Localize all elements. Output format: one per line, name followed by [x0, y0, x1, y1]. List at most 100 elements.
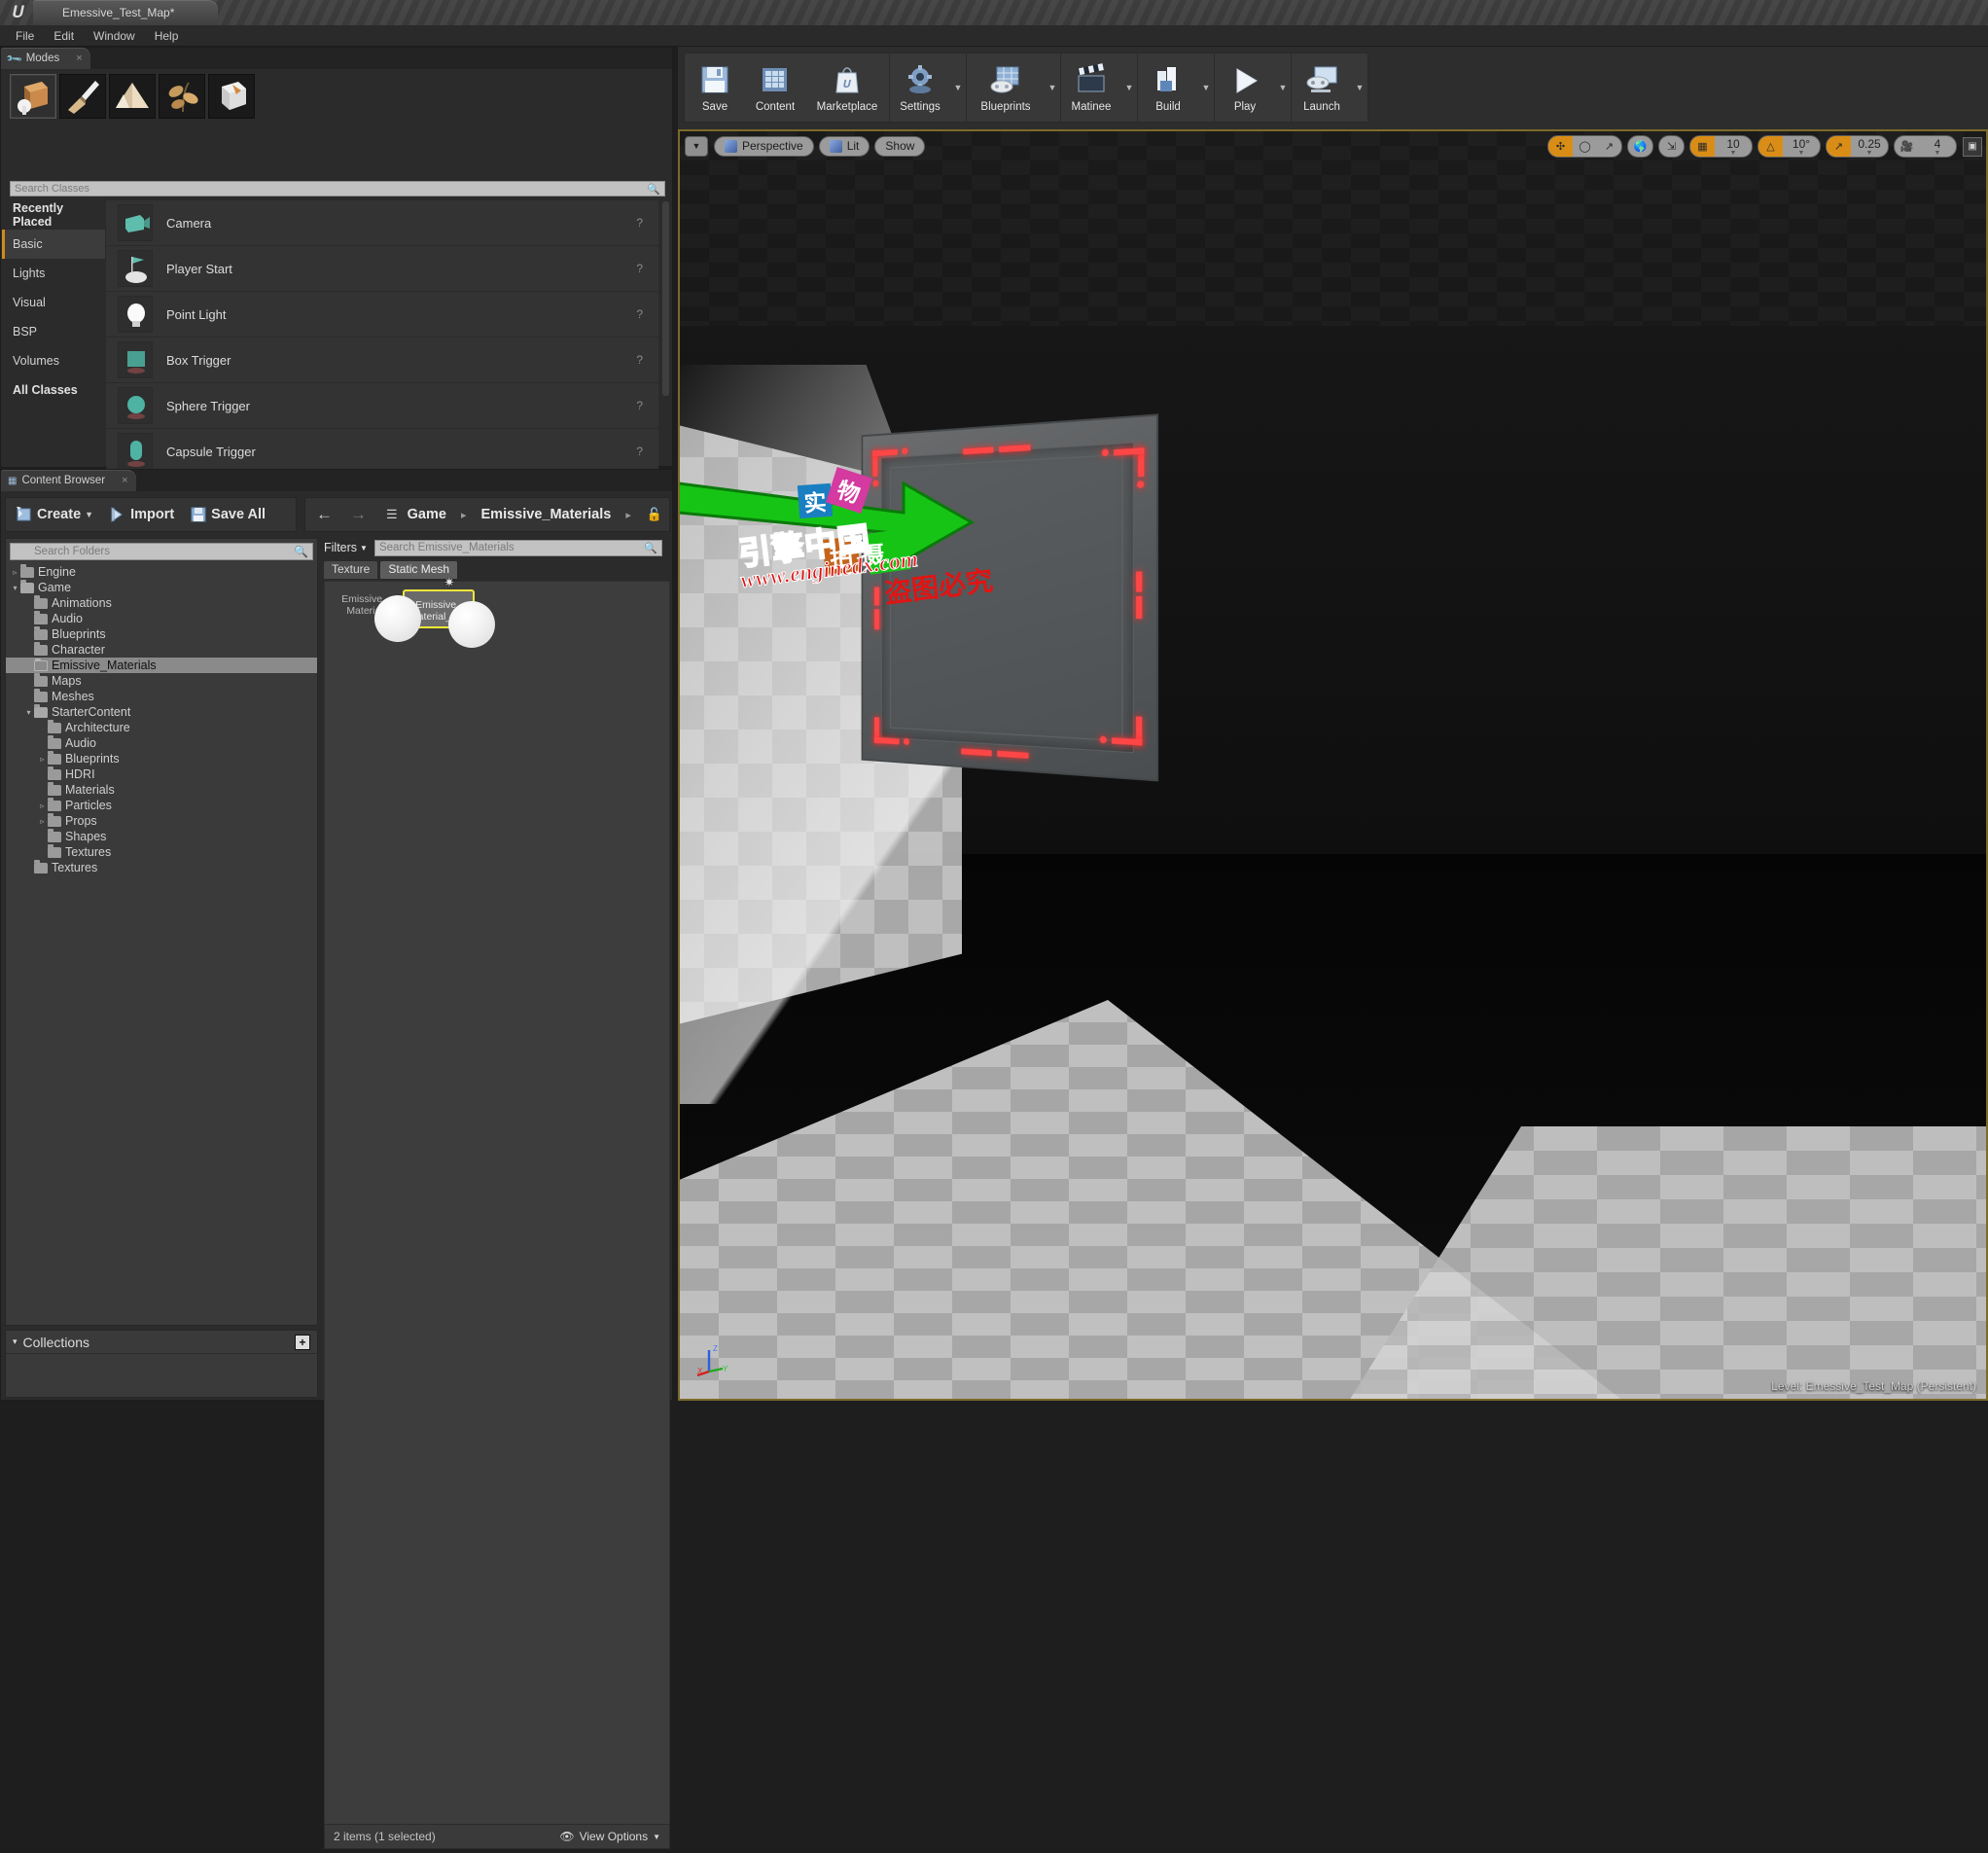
blueprints-button[interactable]: Blueprints	[967, 53, 1045, 122]
rotate-mode-button[interactable]: ◯	[1573, 136, 1597, 157]
menu-window[interactable]: Window	[84, 27, 145, 45]
create-button[interactable]: Create ▼	[13, 506, 96, 523]
folder-tree-item[interactable]: ▹ Blueprints	[6, 750, 317, 766]
content-button[interactable]: Content	[745, 53, 805, 122]
add-collection-button[interactable]: +	[295, 1334, 310, 1350]
camera-speed-value-dropdown[interactable]: 4 ▼	[1919, 136, 1956, 157]
menu-edit[interactable]: Edit	[44, 27, 84, 45]
content-browser-tab[interactable]: ▦ Content Browser ×	[1, 470, 136, 491]
foliage-mode-button[interactable]	[159, 74, 205, 119]
help-icon[interactable]: ?	[636, 262, 643, 275]
folder-tree-item[interactable]: ▾ StarterContent	[6, 703, 317, 720]
help-icon[interactable]: ?	[636, 445, 643, 458]
save-button[interactable]: Save	[685, 53, 745, 122]
close-icon[interactable]: ×	[122, 475, 127, 486]
asset-search-input[interactable]: Search Emissive_Materials 🔍	[373, 539, 662, 556]
breadcrumb-folder[interactable]: Emissive_Materials	[481, 507, 612, 522]
folder-tree-item[interactable]: Maps	[6, 672, 317, 689]
marketplace-button[interactable]: 𝑼 Marketplace	[805, 53, 889, 122]
forward-button[interactable]: →	[346, 505, 371, 524]
place-mode-button[interactable]	[10, 74, 56, 119]
category-volumes[interactable]: Volumes	[2, 346, 105, 375]
paint-mode-button[interactable]	[59, 74, 106, 119]
viewport-show-button[interactable]: Show	[874, 135, 926, 157]
scale-snap-toggle[interactable]: ↗	[1827, 136, 1851, 157]
category-all-classes[interactable]: All Classes	[2, 375, 105, 405]
filters-button[interactable]: Filters ▼	[324, 541, 368, 554]
import-button[interactable]: Import	[106, 506, 177, 523]
launch-button[interactable]: Launch	[1292, 53, 1352, 122]
search-classes-input[interactable]: Search Classes 🔍	[10, 181, 665, 196]
folder-tree-item[interactable]: Textures	[6, 859, 317, 875]
folder-tree-item[interactable]: Materials	[6, 781, 317, 798]
lock-icon[interactable]: 🔓	[647, 507, 662, 522]
tree-twisty-icon[interactable]: ▾	[10, 584, 20, 592]
class-item-sphere-trigger[interactable]: Sphere Trigger ?	[106, 383, 658, 429]
matinee-dropdown-caret[interactable]: ▼	[1121, 53, 1137, 122]
view-options-button[interactable]: 👁 View Options ▼	[559, 1830, 660, 1843]
build-dropdown-caret[interactable]: ▼	[1198, 53, 1214, 122]
class-item-capsule-trigger[interactable]: Capsule Trigger ?	[106, 429, 658, 475]
settings-button[interactable]: Settings	[890, 53, 950, 122]
launch-dropdown-caret[interactable]: ▼	[1352, 53, 1367, 122]
folder-search-input[interactable]: Search Folders 🔍	[10, 543, 313, 560]
viewport-perspective-button[interactable]: Perspective	[714, 135, 814, 157]
folder-tree-item[interactable]: Shapes	[6, 828, 317, 844]
category-lights[interactable]: Lights	[2, 259, 105, 288]
grid-snap-value-dropdown[interactable]: 10 ▼	[1715, 136, 1752, 157]
back-button[interactable]: ←	[312, 505, 337, 524]
class-item-box-trigger[interactable]: Box Trigger ?	[106, 338, 658, 383]
translate-mode-button[interactable]: ✣	[1548, 136, 1573, 157]
modes-tab[interactable]: 🔧 Modes ×	[1, 48, 90, 69]
tree-twisty-icon[interactable]: ▹	[37, 802, 48, 810]
save-all-button[interactable]: Save All	[187, 506, 268, 523]
rotation-snap-value-dropdown[interactable]: 10° ▼	[1783, 136, 1820, 157]
help-icon[interactable]: ?	[636, 216, 643, 230]
folder-tree-item[interactable]: Character	[6, 641, 317, 658]
help-icon[interactable]: ?	[636, 353, 643, 367]
folder-tree-item[interactable]: ▹ Particles	[6, 797, 317, 813]
folder-tree-item[interactable]: Audio	[6, 610, 317, 626]
play-button[interactable]: Play	[1215, 53, 1275, 122]
chevron-down-icon[interactable]: ▼	[85, 510, 93, 519]
class-list-scrollbar[interactable]	[662, 201, 669, 396]
viewport-lit-button[interactable]: Lit	[818, 135, 870, 157]
collections-header[interactable]: ▾ Collections +	[6, 1331, 317, 1354]
menu-help[interactable]: Help	[145, 27, 189, 45]
geometry-editing-mode-button[interactable]	[208, 74, 255, 119]
settings-dropdown-caret[interactable]: ▼	[950, 53, 966, 122]
tree-twisty-icon[interactable]: ▹	[37, 755, 48, 764]
world-space-button[interactable]: 🌎	[1628, 136, 1652, 157]
folder-tree-item[interactable]: ▹ Props	[6, 812, 317, 829]
build-button[interactable]: Build	[1138, 53, 1198, 122]
folder-tree-item[interactable]: Animations	[6, 594, 317, 611]
tree-twisty-icon[interactable]: ▾	[23, 708, 34, 717]
folder-tree-item[interactable]: Architecture	[6, 719, 317, 735]
play-dropdown-caret[interactable]: ▼	[1275, 53, 1291, 122]
blueprints-dropdown-caret[interactable]: ▼	[1045, 53, 1060, 122]
class-item-camera[interactable]: Camera ?	[106, 200, 658, 246]
level-tab[interactable]: Emessive_Test_Map*	[33, 0, 218, 25]
rotation-snap-toggle[interactable]: △	[1758, 136, 1783, 157]
viewport-menu-button[interactable]: ▼	[685, 135, 708, 157]
matinee-button[interactable]: Matinee	[1061, 53, 1121, 122]
help-icon[interactable]: ?	[636, 307, 643, 321]
surface-snap-button[interactable]: ⇲	[1659, 136, 1684, 157]
folder-tree-item[interactable]: Audio	[6, 734, 317, 751]
folder-tree-item[interactable]: ▾ Game	[6, 579, 317, 595]
category-basic[interactable]: Basic	[2, 230, 105, 259]
help-icon[interactable]: ?	[636, 399, 643, 412]
category-recently-placed[interactable]: Recently Placed	[2, 200, 105, 230]
asset-tile-emissive-material[interactable]: Emissive_ Material	[333, 589, 421, 642]
close-icon[interactable]: ×	[76, 53, 82, 64]
tree-twisty-icon[interactable]: ▹	[10, 568, 20, 577]
filter-tab-texture[interactable]: Texture	[324, 561, 378, 579]
tree-twisty-icon[interactable]: ▹	[37, 817, 48, 826]
folder-tree-item[interactable]: HDRI	[6, 766, 317, 782]
folder-tree-item[interactable]: Blueprints	[6, 625, 317, 642]
scale-mode-button[interactable]: ↗	[1597, 136, 1621, 157]
category-visual[interactable]: Visual	[2, 288, 105, 317]
folder-tree-item[interactable]: Textures	[6, 843, 317, 860]
landscape-mode-button[interactable]	[109, 74, 156, 119]
maximize-viewport-button[interactable]: ▣	[1963, 136, 1982, 157]
